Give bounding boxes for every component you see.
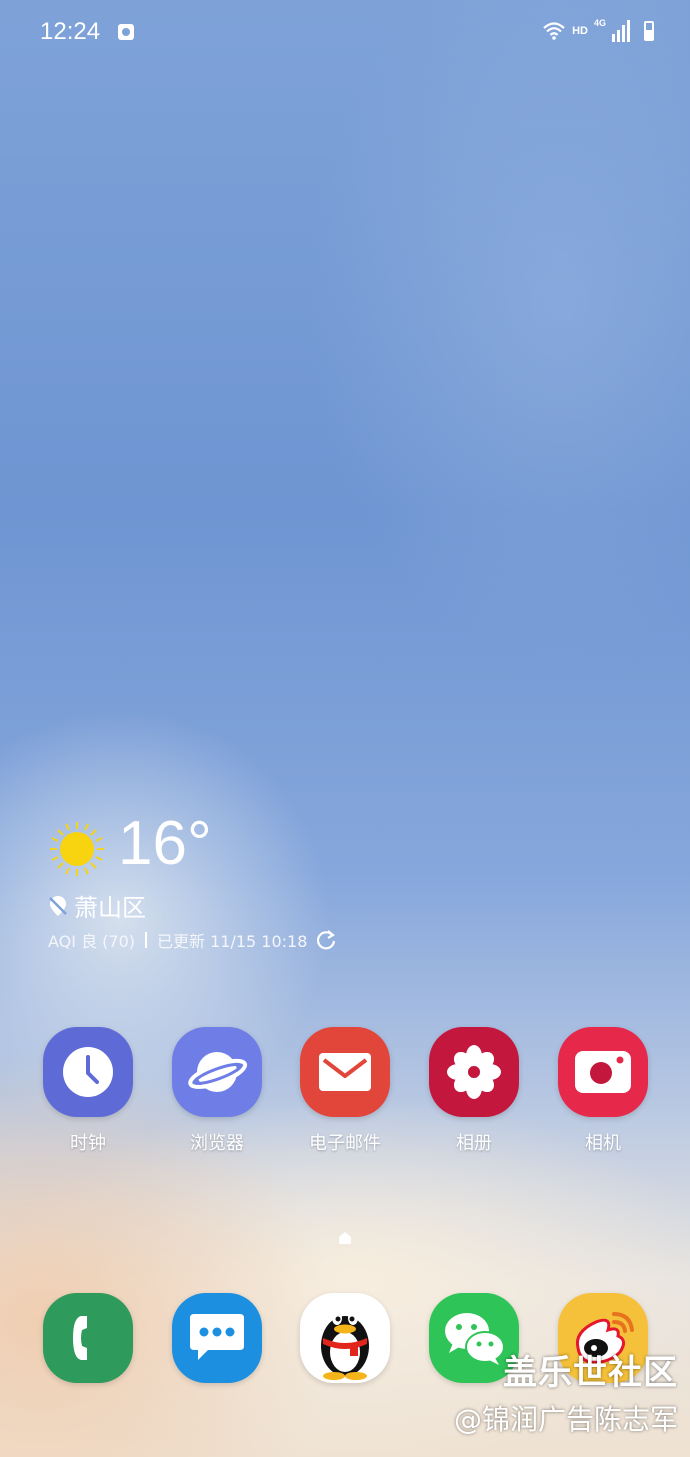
location-name: 萧山区	[74, 894, 146, 922]
sun-icon	[50, 822, 104, 876]
updated-time: 已更新 11/15 10:18	[157, 932, 308, 951]
status-time: 12:24	[40, 18, 101, 45]
clock-icon	[43, 1027, 133, 1117]
app-label: 电子邮件	[309, 1133, 381, 1154]
dock-phone[interactable]	[28, 1293, 148, 1383]
aqi-row: AQI 良 (70) 已更新 11/15 10:18	[48, 928, 337, 952]
dock-qq[interactable]	[285, 1293, 405, 1383]
app-label: 相机	[585, 1133, 621, 1154]
message-icon	[172, 1293, 262, 1383]
app-label: 相册	[456, 1133, 492, 1154]
aqi-value: AQI 良 (70)	[48, 932, 135, 951]
planet-icon	[172, 1027, 262, 1117]
signal-icon	[612, 20, 630, 42]
app-label: 时钟	[70, 1133, 106, 1154]
location-row: 萧山区	[48, 888, 146, 923]
wifi-icon	[543, 22, 565, 40]
camera-icon	[558, 1027, 648, 1117]
temperature: 16°	[118, 809, 212, 878]
app-gallery[interactable]: 相册	[414, 1027, 534, 1155]
divider	[145, 932, 147, 948]
hd-label: HD	[572, 25, 588, 37]
app-clock[interactable]: 时钟	[28, 1027, 148, 1155]
phone-icon	[43, 1293, 133, 1383]
home-page-indicator[interactable]	[339, 1232, 351, 1244]
watermark: 盖乐世社区 @锦润广告陈志军	[454, 1345, 678, 1438]
status-bar: 12:24 HD 4G	[0, 0, 690, 66]
app-email[interactable]: 电子邮件	[285, 1027, 405, 1155]
mail-icon	[300, 1027, 390, 1117]
battery-icon	[644, 21, 654, 41]
app-label: 浏览器	[190, 1133, 244, 1154]
qq-icon	[300, 1293, 390, 1383]
watermark-line1: 盖乐世社区	[503, 1353, 678, 1393]
status-icons: HD 4G	[542, 18, 654, 42]
watermark-line2: @锦润广告陈志军	[453, 1403, 678, 1436]
app-browser[interactable]: 浏览器	[157, 1027, 277, 1155]
refresh-icon[interactable]	[315, 929, 337, 951]
location-off-icon	[49, 895, 67, 916]
dock-messages[interactable]	[157, 1293, 277, 1383]
notification-app-icon	[118, 24, 134, 40]
flower-icon	[429, 1027, 519, 1117]
app-camera[interactable]: 相机	[543, 1027, 663, 1155]
network-type: 4G	[593, 18, 606, 28]
